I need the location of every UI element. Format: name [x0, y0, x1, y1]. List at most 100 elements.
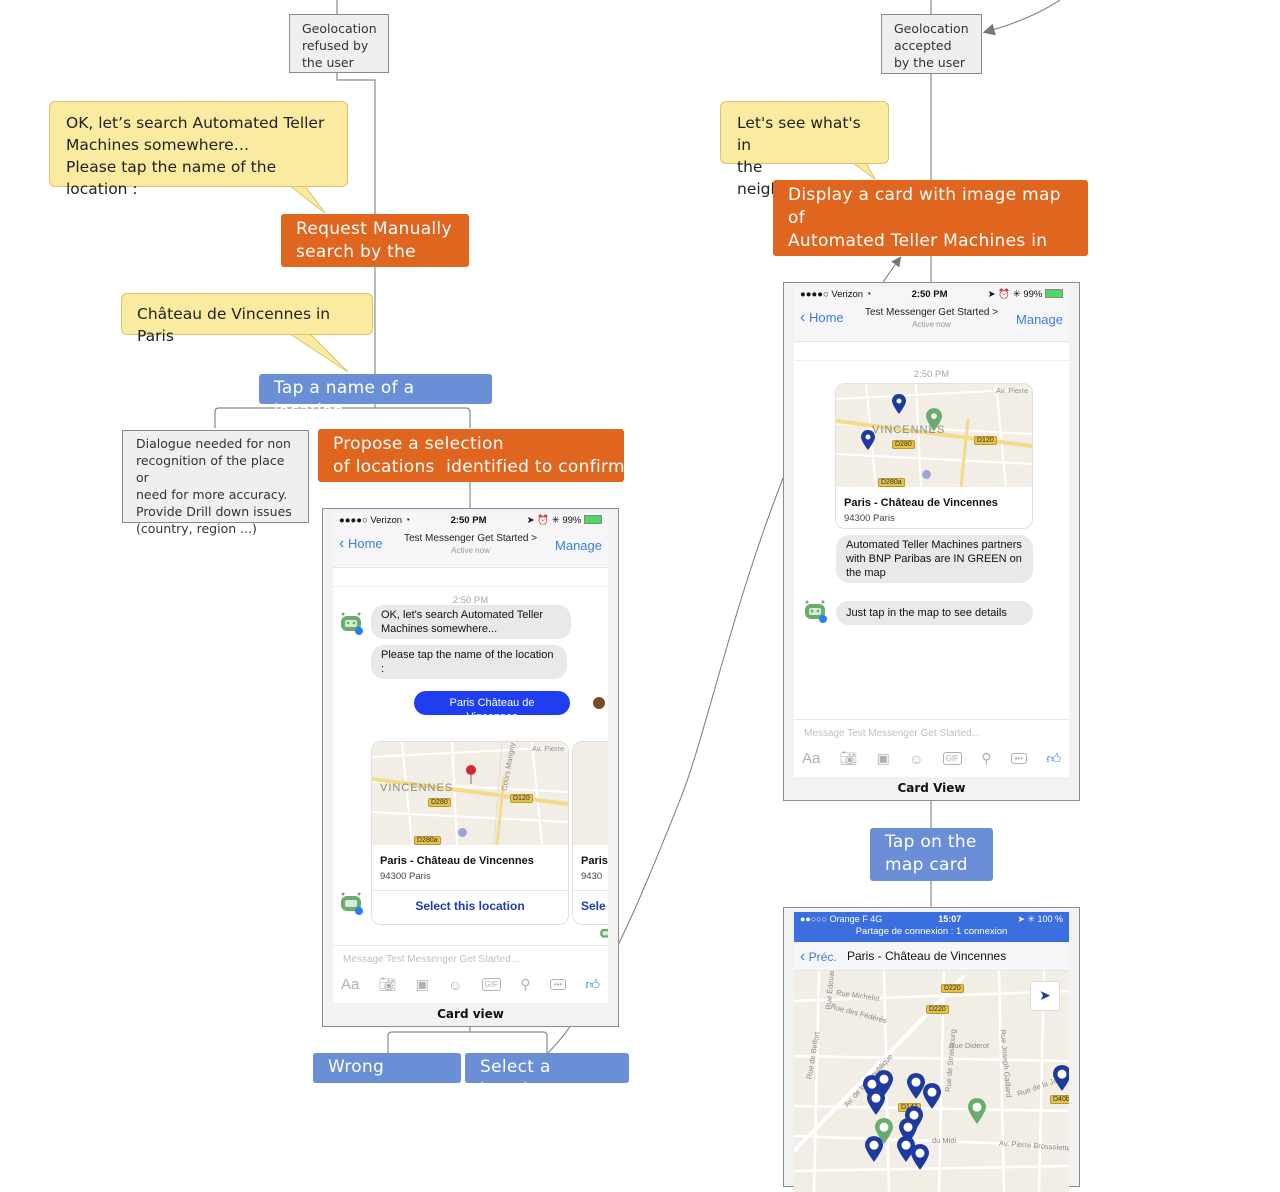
manage-button[interactable]: Manage	[555, 538, 602, 553]
road-badge: D280	[892, 440, 915, 449]
camera-icon[interactable]: 📷︎	[840, 750, 858, 767]
note-line: Dialogue needed for non	[136, 436, 291, 451]
card-title: Paris - Château de Vincennes	[844, 497, 998, 509]
node-text: of locations identified to confirm	[333, 457, 625, 477]
node-wrong-answer: Wrong answer	[313, 1053, 461, 1100]
callout-line: Machines somewhere…	[66, 136, 250, 154]
gallery-icon[interactable]: ▣	[877, 750, 890, 767]
connector	[387, 1031, 548, 1053]
node-tap-location-name: Tap a name of a location	[259, 374, 492, 421]
back-button[interactable]: ‹ Préc.	[800, 948, 837, 966]
card-address: 9430	[581, 871, 603, 882]
gif-icon[interactable]: GIF	[481, 978, 501, 991]
more-icon[interactable]: •••	[1010, 753, 1028, 764]
atm-pin-blue-icon[interactable]	[865, 1136, 883, 1162]
node-text: map card	[885, 855, 968, 875]
atm-pin-blue-icon[interactable]	[1053, 1065, 1069, 1091]
card-address: 94300 Paris	[380, 871, 431, 882]
atm-pin-blue-icon[interactable]	[923, 1083, 941, 1109]
text-format-icon[interactable]: Aa	[341, 976, 359, 993]
camera-icon[interactable]: 📷︎	[379, 976, 397, 993]
emoji-icon[interactable]: ☺	[909, 751, 923, 767]
location-card[interactable]: VINCENNES D280 D120 D280a Av. Pierre Cou…	[371, 741, 569, 925]
poi-icon	[922, 470, 931, 479]
atm-pin-green-icon[interactable]	[968, 1098, 986, 1124]
card-map-image[interactable]: VINCENNES D280 D120 D280a Av. Pierre	[836, 384, 1032, 487]
callout-line: Please tap the name of the location :	[66, 158, 277, 198]
carrier: ●●●●○ Verizon ◔	[339, 514, 411, 526]
node-geolocation-accepted: Geolocation accepted by the user	[881, 14, 982, 74]
select-button-partial[interactable]: Sele	[573, 890, 608, 922]
locate-me-button[interactable]: ➤	[1030, 981, 1060, 1011]
bot-message: OK, let's search Automated Teller Machin…	[371, 605, 571, 639]
node-text: Automated Teller Machines in the	[788, 231, 1048, 274]
node-tap-map-card: Tap on the map card	[870, 828, 993, 881]
atm-pin-blue-icon[interactable]	[867, 1089, 885, 1115]
note-line: (country, region ...)	[136, 521, 257, 536]
hotspot-banner: Partage de connexion : 1 connexion	[855, 926, 1008, 937]
node-display-map-card: Display a card with image map of Automat…	[773, 180, 1088, 297]
poi-icon	[458, 828, 467, 837]
location-pin-icon[interactable]: ⚲	[520, 976, 530, 993]
message-composer[interactable]: Message Test Messenger Get Started... Aa…	[794, 719, 1069, 777]
phone-caption: Card View	[897, 781, 966, 795]
arrow-geolocation-accepted	[982, 0, 1061, 36]
bot-avatar-icon	[805, 600, 827, 623]
callout-chateau: Château de Vincennes in Paris	[121, 293, 373, 345]
location-card-next[interactable]: Paris 9430 Sele	[572, 741, 608, 925]
user-avatar	[593, 697, 605, 709]
emoji-icon[interactable]: ☺	[448, 977, 462, 993]
more-icon[interactable]: •••	[549, 979, 567, 990]
callout-search-prompt: OK, let’s search Automated Teller Machin…	[49, 101, 348, 198]
thumbs-up-icon[interactable]: 👍︎	[585, 976, 600, 993]
navigation-arrow-icon: ➤	[1039, 988, 1051, 1004]
status-time: 15:07	[938, 914, 962, 924]
phone-card-view-right: ●●●●○ Verizon ◔ 2:50 PM ➤ ⏰ ✳ 99% ‹ Home…	[783, 282, 1080, 801]
manage-button[interactable]: Manage	[1016, 312, 1063, 327]
map-title: Paris - Château de Vincennes	[847, 949, 1007, 963]
map-nav: ‹ Préc. Paris - Château de Vincennes	[794, 942, 1069, 971]
gif-icon[interactable]: GIF	[942, 752, 962, 765]
road-badge: D40b	[1050, 1095, 1069, 1104]
thumbs-up-icon[interactable]: 👍︎	[1046, 750, 1061, 767]
location-pin-icon[interactable]: ⚲	[981, 750, 991, 767]
messenger-nav: ‹ Home Test Messenger Get Started > Acti…	[794, 301, 1069, 342]
road-badge: D120	[974, 436, 997, 445]
node-text: Request Manually	[296, 219, 452, 239]
carrier: ●●●●○ Verizon ◔	[800, 288, 872, 300]
full-map[interactable]: D220 D220 D143 D40b Rue Michelet Rue des…	[794, 971, 1069, 1192]
map-town-label: VINCENNES	[380, 782, 454, 794]
callout-neighborhood: Let's see what's in the neighborhood	[720, 101, 889, 198]
card-title: Paris - Château de Vincennes	[380, 855, 534, 867]
red-map-pin-icon	[466, 765, 476, 784]
message-composer[interactable]: Message Test Messenger Get Started... Aa…	[333, 945, 608, 1003]
select-this-location-button[interactable]: Select this location	[372, 890, 568, 922]
message-input-placeholder[interactable]: Message Test Messenger Get Started...	[804, 728, 980, 739]
bot-message: Please tap the name of the location :	[371, 645, 567, 679]
node-text: Tap on the	[885, 832, 977, 852]
note-line: need for more accuracy.	[136, 487, 288, 502]
road-badge: D220	[941, 984, 964, 993]
bot-avatar-icon	[341, 892, 363, 915]
text-format-icon[interactable]: Aa	[802, 750, 820, 767]
message-input-placeholder[interactable]: Message Test Messenger Get Started...	[343, 954, 519, 965]
node-text: Geolocation accepted by the user	[894, 21, 969, 70]
status-bar: ●●●●○ Verizon ◔ 2:50 PM ➤ ⏰ ✳ 99%	[333, 513, 608, 527]
carrier: ●●○○○ Orange F 4G	[800, 914, 883, 924]
battery: ➤ ✳ 100 %	[1017, 914, 1063, 924]
gallery-icon[interactable]: ▣	[416, 976, 429, 993]
bot-message: Automated Teller Machines partners with …	[836, 535, 1033, 583]
card-title: Paris	[581, 855, 608, 867]
node-text: search by the user	[296, 242, 416, 285]
road-badge: D280	[428, 798, 451, 807]
note-line: recognition of the place or	[136, 453, 285, 485]
phone-card-view-left: ●●●●○ Verizon ◔ 2:50 PM ➤ ⏰ ✳ 99% ‹ Home…	[322, 508, 619, 1027]
phone-full-map: ●●○○○ Orange F 4G 15:07 ➤ ✳ 100 % Partag…	[783, 907, 1080, 1192]
atm-pin-blue-icon[interactable]	[911, 1144, 929, 1170]
node-select-location: Select a location	[465, 1053, 629, 1100]
road-badge: D120	[510, 794, 533, 803]
note-line: Provide Drill down issues	[136, 504, 292, 519]
node-text: Propose a selection	[333, 434, 504, 454]
card-map-image: VINCENNES D280 D120 D280a Av. Pierre Cou…	[372, 742, 568, 845]
map-card[interactable]: VINCENNES D280 D120 D280a Av. Pierre Par…	[835, 383, 1033, 529]
